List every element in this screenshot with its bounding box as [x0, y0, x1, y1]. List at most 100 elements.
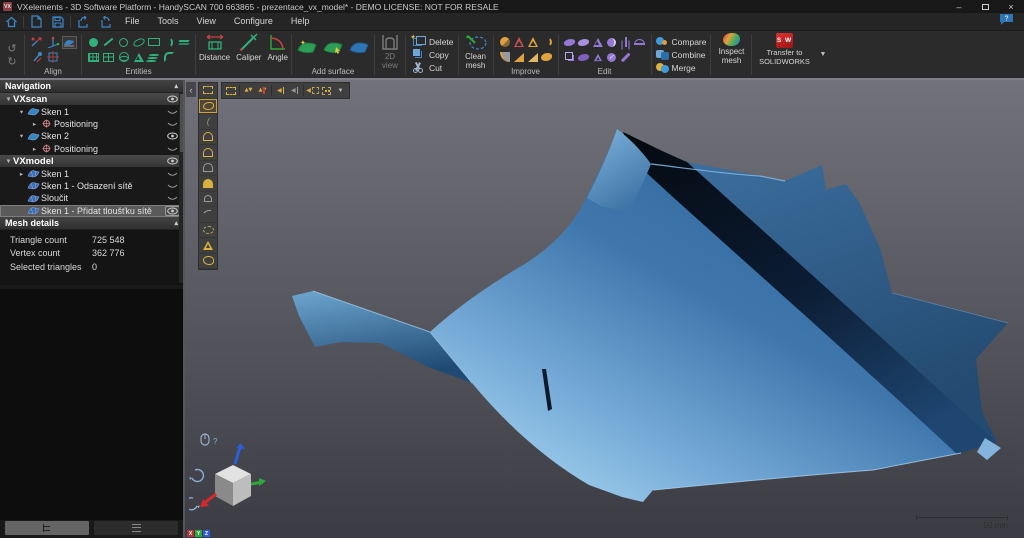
entity-line-icon[interactable] [101, 36, 116, 49]
combine-button[interactable]: Combine [656, 49, 707, 61]
caliper-button[interactable]: Caliper [233, 31, 264, 78]
current-selection-tool-icon[interactable] [224, 84, 237, 97]
polyline-selection-icon[interactable]: ( [199, 114, 217, 130]
brush-filled-icon[interactable] [199, 176, 217, 192]
mesh-details-header[interactable]: Mesh details ▴ [0, 217, 183, 230]
brush-outline-icon[interactable] [199, 192, 217, 208]
feedback-bubble-icon[interactable]: ? [999, 13, 1014, 31]
move-mesh-icon[interactable] [618, 36, 633, 49]
cut-button[interactable]: Cut [410, 62, 454, 74]
fill-holes-icon[interactable] [497, 36, 512, 49]
visibility-eye-icon[interactable] [165, 206, 180, 216]
visibility-eye-icon[interactable] [165, 119, 180, 129]
visibility-eye-icon[interactable] [165, 144, 180, 154]
tree-expander-icon[interactable]: ▸ [17, 170, 26, 178]
new-session-icon[interactable] [25, 14, 47, 30]
collapse-navigation-icon[interactable]: ▴ [174, 82, 178, 90]
undo-button[interactable]: ↺ [4, 44, 20, 55]
compare-button[interactable]: Compare [656, 36, 707, 48]
minimize-button[interactable]: – [946, 0, 972, 13]
scanned-mesh-model[interactable] [185, 80, 1024, 538]
fix-spikes-icon[interactable] [511, 36, 526, 49]
delete-button[interactable]: ✦Delete [410, 36, 454, 48]
home-icon[interactable] [0, 14, 22, 30]
nav-tree-item[interactable]: ▾Sken 2 [0, 130, 183, 142]
nav-tree-item[interactable]: Sken 1 - Odsazení sítě [0, 180, 183, 192]
visibility-eye-icon[interactable] [165, 181, 180, 191]
clean-mesh-button[interactable]: Clean mesh [459, 31, 493, 78]
best-fit-align-icon[interactable] [62, 36, 77, 49]
tree-view-button[interactable] [5, 521, 89, 535]
visibility-eye-icon[interactable] [165, 169, 180, 179]
menu-tools[interactable]: Tools [149, 13, 188, 30]
entity-plane-icon[interactable] [176, 36, 191, 49]
orientation-gizmo[interactable]: ? [189, 432, 267, 528]
close-button[interactable]: × [998, 0, 1024, 13]
target-frame-icon[interactable] [46, 51, 61, 64]
tree-expander-icon[interactable]: ▸ [30, 145, 39, 153]
fill-partial-icon[interactable] [497, 51, 512, 64]
view-2d-button[interactable]: 2D view [375, 31, 405, 78]
entity-circle-icon[interactable] [116, 36, 131, 49]
entity-rectangle-icon[interactable] [146, 36, 161, 49]
flip-selection-gray-icon[interactable]: ◀ [288, 84, 301, 97]
triangle-selection-icon[interactable] [199, 238, 217, 254]
brush-large-icon[interactable] [199, 130, 217, 146]
curve-selection-icon[interactable] [199, 207, 217, 223]
save-session-icon[interactable] [47, 14, 69, 30]
tree-expander-icon[interactable]: ▾ [17, 132, 26, 140]
pin-target-icon[interactable] [30, 51, 45, 64]
defeature-icon[interactable] [539, 51, 554, 64]
smooth-mesh-icon[interactable] [562, 36, 577, 49]
prealign-icon[interactable] [30, 36, 45, 49]
mirror-icon[interactable] [604, 36, 619, 49]
nav-tree-item[interactable]: ▸Positioning [0, 118, 183, 130]
entity-grid-icon[interactable] [86, 51, 101, 64]
nav-tree-item[interactable]: ▾VXmodel [0, 155, 183, 167]
smooth-boundary-icon[interactable] [539, 36, 554, 49]
brush-small-icon[interactable] [199, 161, 217, 177]
nav-tree-item[interactable]: ▾VXscan [0, 93, 183, 105]
blob-selection-icon[interactable] [199, 254, 217, 270]
add-surface-auto-icon[interactable]: ✦ [296, 39, 318, 60]
menu-file[interactable]: File [116, 13, 149, 30]
inspect-mesh-button[interactable]: Inspect mesh [711, 31, 751, 78]
fix-triangles-icon[interactable] [525, 36, 540, 49]
import-session-icon[interactable] [72, 14, 94, 30]
tree-expander-icon[interactable]: ▾ [4, 95, 13, 103]
redo-button[interactable]: ↻ [4, 57, 20, 68]
transfer-dropdown-icon[interactable]: ▼ [819, 51, 826, 58]
entity-surface-stack-icon[interactable] [146, 51, 161, 64]
edit-triangles-icon[interactable] [590, 36, 605, 49]
decimate-icon[interactable] [511, 51, 526, 64]
angle-button[interactable]: Angle [264, 31, 290, 78]
visibility-eye-icon[interactable] [165, 94, 180, 104]
transfer-solidworks-button[interactable]: S W Transfer to SOLIDWORKS [752, 31, 816, 78]
add-surface-boundary-icon[interactable] [348, 39, 370, 60]
flip-selection-yellow-icon[interactable]: ◀ [274, 84, 287, 97]
entity-sphere-icon[interactable] [116, 51, 131, 64]
nav-tree-item[interactable]: Sloučit [0, 192, 183, 204]
tree-expander-icon[interactable]: ▾ [17, 108, 26, 116]
marquee-selection-icon[interactable] [199, 83, 217, 99]
grow-selection-icon[interactable]: ◀ [306, 84, 319, 97]
selection-options-icon[interactable]: ▼ [334, 84, 347, 97]
subdivide-icon[interactable] [590, 51, 605, 64]
visibility-eye-icon[interactable] [165, 193, 180, 203]
waterproof-icon[interactable]: ✓ [604, 51, 619, 64]
distance-button[interactable]: Distance [196, 31, 233, 78]
entity-ellipse-icon[interactable] [131, 36, 146, 49]
list-view-button[interactable] [94, 521, 178, 535]
nav-tree-item[interactable]: ▸Positioning [0, 143, 183, 155]
select-through-icon[interactable]: ▲▼ [256, 84, 269, 97]
collapse-viewport-panel-icon[interactable]: ‹ [186, 82, 196, 97]
tree-expander-icon[interactable]: ▸ [30, 120, 39, 128]
menu-help[interactable]: Help [282, 13, 319, 30]
freeform-selection-icon[interactable] [199, 99, 217, 115]
ellipse-selection-icon[interactable] [199, 223, 217, 239]
brush-medium-icon[interactable] [199, 145, 217, 161]
navigation-panel-header[interactable]: Navigation ▴ [0, 80, 183, 93]
tree-expander-icon[interactable]: ▾ [4, 157, 13, 165]
add-surface-manual-icon[interactable] [322, 39, 344, 60]
nav-tree-item[interactable]: ▸Sken 1 [0, 167, 183, 179]
